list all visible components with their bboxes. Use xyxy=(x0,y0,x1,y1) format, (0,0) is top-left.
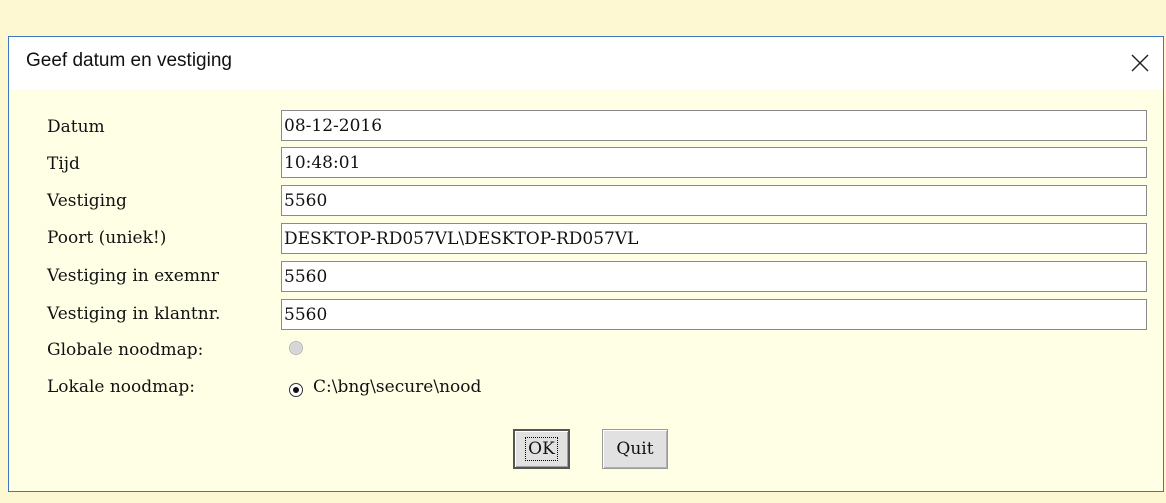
vestiging-klantnr-label: Vestiging in klantnr. xyxy=(47,304,221,324)
tijd-label: Tijd xyxy=(47,154,80,174)
poort-field[interactable] xyxy=(281,223,1147,254)
vestiging-klantnr-field[interactable] xyxy=(281,299,1147,330)
lokale-noodmap-path[interactable]: C:\bng\secure\nood xyxy=(313,377,481,397)
datum-label: Datum xyxy=(47,117,105,137)
globale-noodmap-radio xyxy=(289,341,303,355)
poort-label: Poort (uniek!) xyxy=(47,228,167,248)
quit-button-label: Quit xyxy=(616,439,654,459)
dialog-window: Geef datum en vestiging Datum Tijd Vesti… xyxy=(8,36,1164,492)
radio-selected-dot xyxy=(293,387,299,393)
vestiging-label: Vestiging xyxy=(47,191,127,211)
vestiging-field[interactable] xyxy=(281,185,1147,216)
lokale-noodmap-label: Lokale noodmap: xyxy=(47,377,196,397)
close-button[interactable] xyxy=(1117,37,1163,89)
close-icon xyxy=(1131,54,1149,72)
ok-button[interactable]: OK xyxy=(513,429,570,469)
datum-field[interactable] xyxy=(281,110,1147,141)
ok-button-label: OK xyxy=(525,437,558,461)
globale-noodmap-label: Globale noodmap: xyxy=(47,340,204,360)
dialog-title: Geef datum en vestiging xyxy=(26,50,232,71)
quit-button[interactable]: Quit xyxy=(602,429,668,469)
title-bar[interactable]: Geef datum en vestiging xyxy=(9,37,1163,89)
tijd-field[interactable] xyxy=(281,147,1147,178)
vestiging-exemnr-field[interactable] xyxy=(281,261,1147,292)
lokale-noodmap-radio[interactable] xyxy=(289,383,303,397)
vestiging-exemnr-label: Vestiging in exemnr xyxy=(47,266,220,286)
